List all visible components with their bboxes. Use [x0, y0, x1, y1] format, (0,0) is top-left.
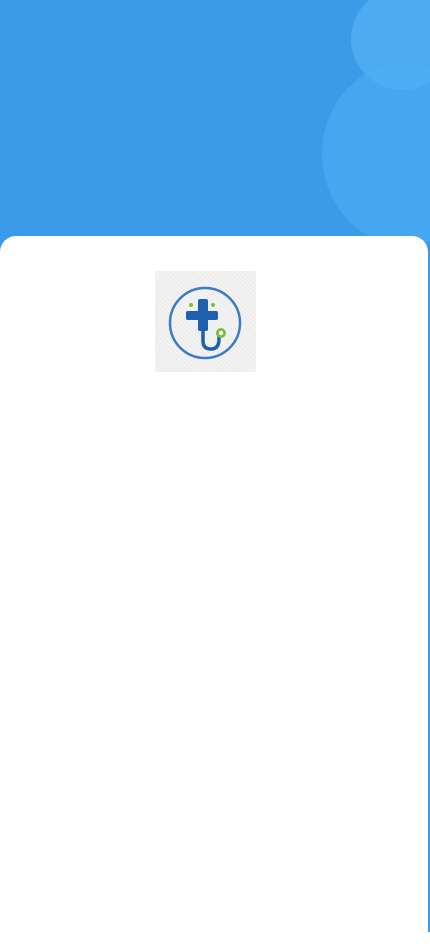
content-card [0, 236, 428, 946]
decorative-circle [322, 63, 430, 245]
app-logo [155, 271, 256, 372]
medical-cross-stethoscope-icon [168, 286, 242, 360]
logo-accent-dot [211, 303, 215, 307]
logo-accent-dot [189, 303, 193, 307]
logo-cross-horizontal [186, 311, 218, 320]
